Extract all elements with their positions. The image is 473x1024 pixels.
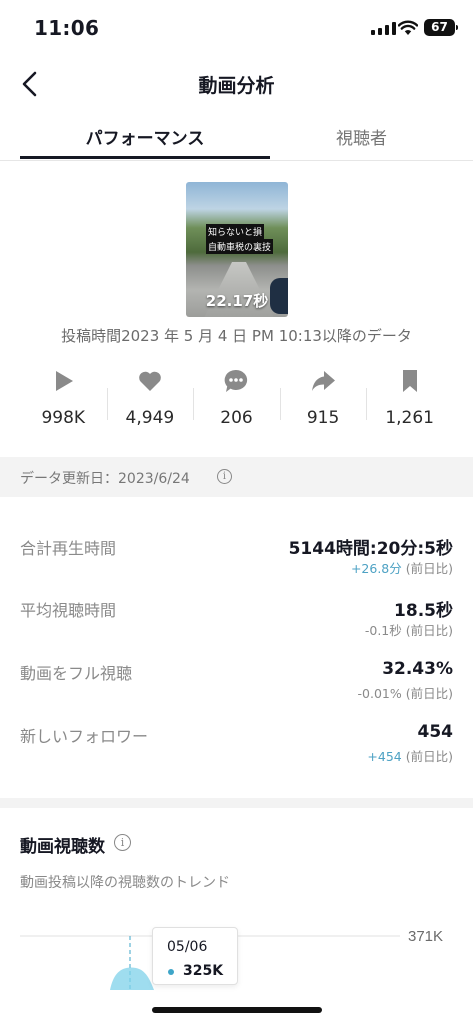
views-section-title: 動画視聴数 xyxy=(20,837,105,857)
status-bar: 11:06 67 xyxy=(0,0,473,58)
stat-shares: 915 xyxy=(279,368,367,434)
stat-value: 1,261 xyxy=(385,408,434,428)
engagement-stats: 998K 4,949 206 915 1,261 xyxy=(20,368,453,434)
tooltip-series-dot xyxy=(168,969,174,975)
metric-change: -0.1秒 (前日比) xyxy=(365,620,453,639)
nav-bar: 動画分析 xyxy=(0,58,473,110)
data-update-bar: データ更新日：2023/6/24 i xyxy=(0,457,473,497)
data-update-date: データ更新日：2023/6/24 xyxy=(20,471,190,487)
metric-total-play-time: 合計再生時間 5144時間:20分:5秒 +26.8分 (前日比) xyxy=(20,535,453,593)
battery-icon: 67 xyxy=(424,19,458,36)
info-icon[interactable]: i xyxy=(217,469,232,484)
section-divider xyxy=(0,798,473,808)
tab-bar: パフォーマンス 視聴者 xyxy=(0,110,473,161)
metric-value: 32.43% xyxy=(382,659,453,679)
metric-label: 新しいフォロワー xyxy=(20,727,149,746)
status-time: 11:06 xyxy=(34,16,100,40)
stat-comments: 206 xyxy=(193,368,280,434)
page-title: 動画分析 xyxy=(198,75,275,97)
heart-icon xyxy=(139,371,161,391)
metric-change-suffix: (前日比) xyxy=(401,686,453,701)
tab-audience[interactable]: 視聴者 xyxy=(270,124,453,149)
share-icon xyxy=(312,371,336,391)
stat-value: 4,949 xyxy=(125,408,175,428)
home-indicator[interactable] xyxy=(152,1007,322,1013)
signal-icon xyxy=(371,22,396,35)
stat-plays: 998K xyxy=(20,368,107,434)
metric-change-suffix: (前日比) xyxy=(401,749,453,764)
stat-value: 998K xyxy=(41,408,86,428)
metric-new-followers: 新しいフォロワー 454 +454 (前日比) xyxy=(20,722,454,781)
chart-y-max-label: 371K xyxy=(408,928,443,945)
tab-performance[interactable]: パフォーマンス xyxy=(20,124,270,149)
metric-change: +454 (前日比) xyxy=(367,746,453,765)
video-thumbnail[interactable]: 知らないと損 自動車税の裏技 22.17秒 xyxy=(186,182,288,317)
metric-value: 5144時間:20分:5秒 xyxy=(288,539,453,559)
metric-change-value: +26.8分 xyxy=(350,561,402,576)
metric-label: 動画をフル視聴 xyxy=(20,664,133,683)
chart-tooltip: 05/06 325K xyxy=(152,927,238,985)
tooltip-date: 05/06 xyxy=(167,939,208,955)
metric-label: 平均視聴時間 xyxy=(20,601,117,620)
info-icon[interactable]: i xyxy=(114,834,131,851)
metric-value: 18.5秒 xyxy=(394,601,453,621)
stat-value: 206 xyxy=(220,408,253,428)
metric-change-suffix: (前日比) xyxy=(401,623,453,638)
metric-full-view-rate: 動画をフル視聴 32.43% -0.01% (前日比) xyxy=(20,659,453,718)
bookmark-icon xyxy=(402,370,417,392)
metric-label: 合計再生時間 xyxy=(20,539,117,558)
metric-change: +26.8分 (前日比) xyxy=(351,558,453,577)
wifi-icon xyxy=(398,20,418,35)
post-time: 投稿時間2023 年 5 月 4 日 PM 10:13以降のデータ xyxy=(61,327,412,345)
metric-change-value: -0.01% xyxy=(357,686,402,701)
chart-area xyxy=(110,967,154,990)
stat-saves: 1,261 xyxy=(366,368,453,434)
metric-change-value: -0.1秒 xyxy=(364,623,402,638)
metric-avg-watch-time: 平均視聴時間 18.5秒 -0.1秒 (前日比) xyxy=(20,597,453,655)
comment-icon xyxy=(225,369,248,392)
stat-likes: 4,949 xyxy=(106,368,194,434)
tooltip-value: 325K xyxy=(183,963,224,979)
metric-change-value: +454 xyxy=(367,749,402,764)
stat-value: 915 xyxy=(306,408,340,428)
metric-change: -0.01% (前日比) xyxy=(358,683,453,702)
play-icon xyxy=(56,371,74,391)
video-caption-line2: 自動車税の裏技 xyxy=(206,239,274,254)
metric-change-suffix: (前日比) xyxy=(401,561,453,576)
video-caption-line1: 知らないと損 xyxy=(206,224,265,239)
video-duration: 22.17秒 xyxy=(205,292,269,310)
tab-active-indicator xyxy=(20,156,270,159)
views-section-subtitle: 動画投稿以降の視聴数のトレンド xyxy=(20,875,230,891)
metric-value: 454 xyxy=(417,722,454,742)
